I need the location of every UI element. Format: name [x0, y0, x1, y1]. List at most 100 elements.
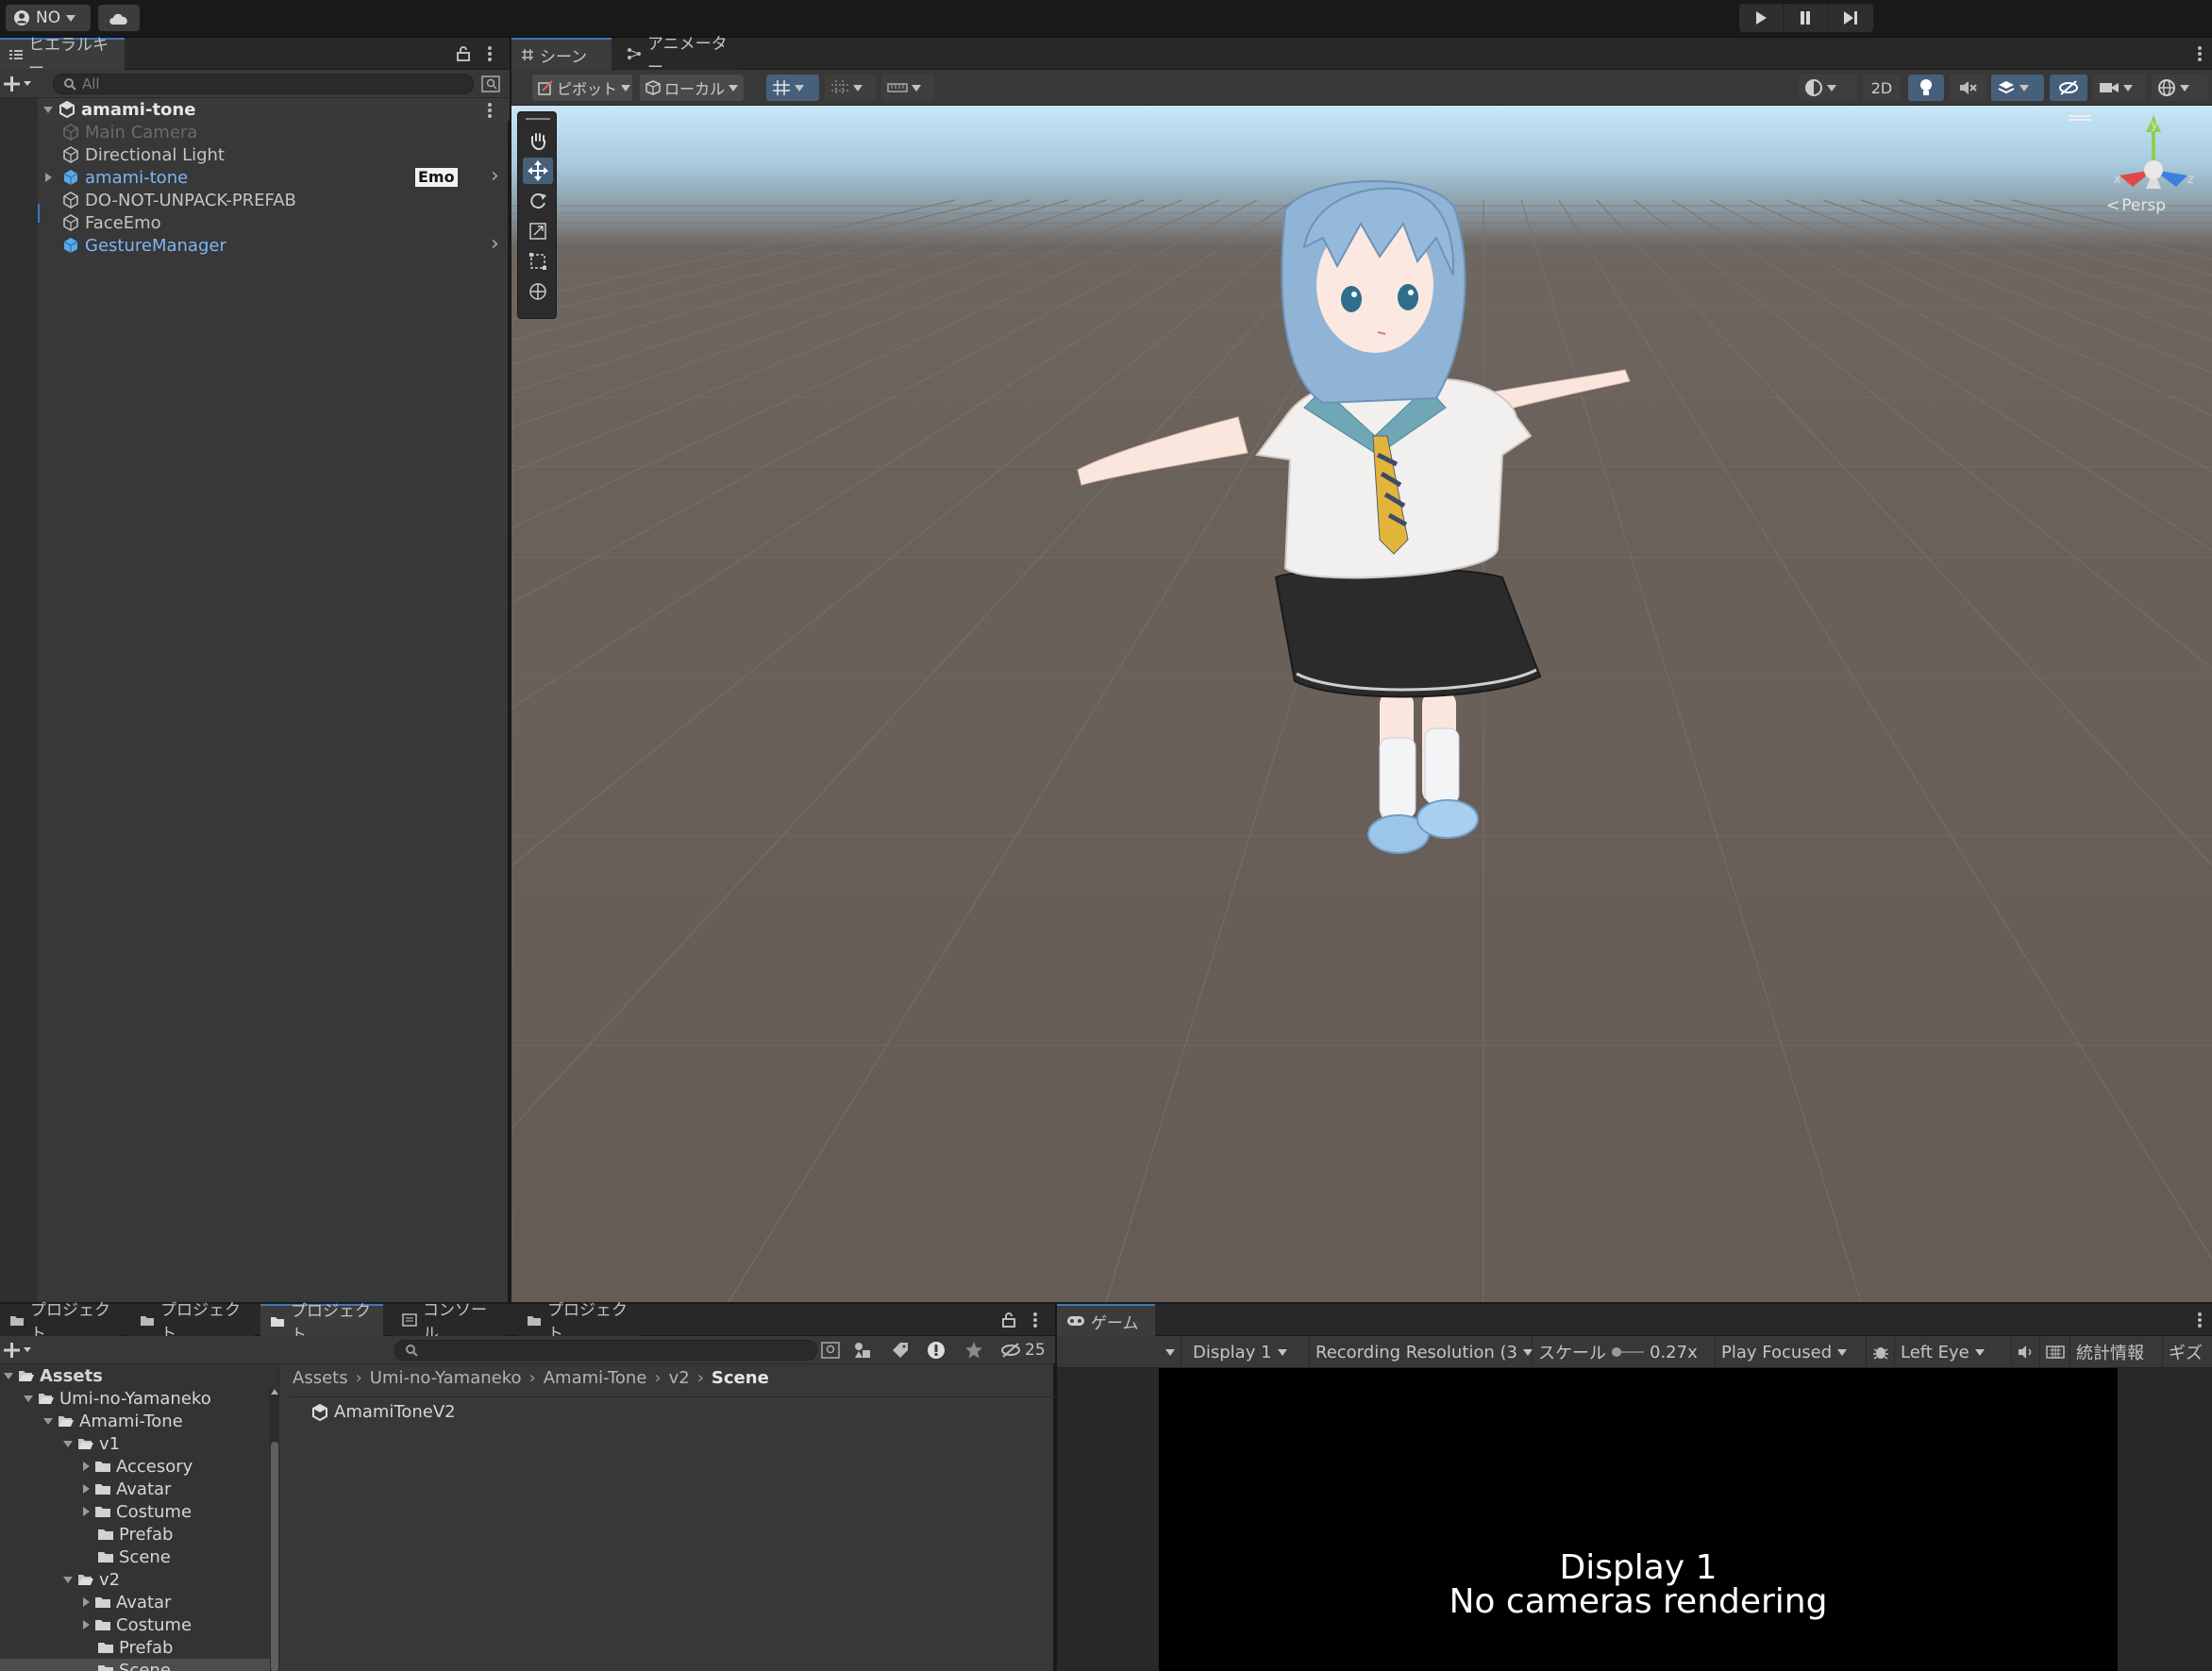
tab-project-1[interactable]: プロジェクト	[0, 1301, 123, 1344]
overlay-menu-handle[interactable]	[2069, 115, 2091, 121]
kebab-menu-icon[interactable]	[2197, 1312, 2203, 1328]
hierarchy-item[interactable]: FaceEmo	[62, 211, 161, 234]
collapse-arrow-icon[interactable]	[43, 1417, 53, 1425]
collapse-arrow-icon[interactable]	[4, 1372, 13, 1379]
projection-toggle[interactable]: < Persp	[2106, 196, 2166, 215]
keyboard-shortcuts-toggle[interactable]	[2040, 1336, 2070, 1368]
kebab-menu-icon[interactable]	[1032, 1312, 1038, 1328]
account-dropdown[interactable]: NO	[6, 5, 91, 31]
file-item[interactable]: AmamiToneV2	[311, 1402, 456, 1422]
prefab-open-chevron-icon[interactable]: ›	[491, 232, 499, 256]
collapse-arrow-icon[interactable]	[24, 1395, 33, 1402]
breadcrumb-item[interactable]: Umi-no-Yamaneko	[370, 1368, 522, 1388]
gizmos-dropdown[interactable]	[2152, 75, 2208, 101]
hidden-packages-toggle[interactable]: 25	[1000, 1340, 1046, 1361]
play-focus-dropdown[interactable]: Play Focused	[1716, 1336, 1867, 1368]
scroll-up-icon[interactable]	[271, 1389, 278, 1395]
tree-folder-item[interactable]: v1	[63, 1432, 120, 1455]
pivot-dropdown[interactable]: ピボット	[532, 75, 632, 101]
camera-dropdown[interactable]	[2093, 75, 2146, 101]
hierarchy-item[interactable]: DO-NOT-UNPACK-PREFAB	[62, 189, 296, 211]
hierarchy-scene-root[interactable]: amami-tone	[43, 98, 195, 121]
scene-menu-icon[interactable]	[487, 102, 493, 119]
scrollbar-thumb[interactable]	[271, 1442, 278, 1671]
game-view-dropdown[interactable]	[1057, 1336, 1181, 1368]
expand-arrow-icon[interactable]	[83, 1507, 90, 1516]
collapse-arrow-icon[interactable]	[63, 1576, 73, 1583]
tree-folder-item[interactable]: Avatar	[83, 1478, 171, 1500]
mute-audio-toggle[interactable]	[2012, 1336, 2040, 1368]
pause-button[interactable]	[1784, 4, 1828, 32]
effects-dropdown[interactable]	[1991, 75, 2044, 101]
expand-arrow-icon[interactable]	[43, 106, 53, 113]
prefab-open-chevron-icon[interactable]: ›	[491, 164, 499, 188]
scale-tool-button[interactable]	[523, 218, 553, 244]
expand-arrow-icon[interactable]	[45, 173, 52, 182]
cloud-button[interactable]	[98, 5, 140, 31]
scale-slider[interactable]: スケール 0.27x	[1533, 1336, 1716, 1368]
tree-folder-item[interactable]: Assets	[4, 1364, 103, 1387]
2d-toggle[interactable]: 2D	[1863, 75, 1901, 101]
tree-folder-item[interactable]: Amami-Tone	[43, 1410, 183, 1432]
tree-folder-item[interactable]: v2	[63, 1568, 120, 1591]
scene-visibility-toggle[interactable]	[2050, 75, 2087, 101]
hierarchy-item[interactable]: Main Camera	[62, 121, 197, 143]
eye-dropdown[interactable]: Left Eye	[1895, 1336, 2012, 1368]
expand-arrow-icon[interactable]	[83, 1484, 90, 1494]
draw-mode-dropdown[interactable]	[1799, 75, 1857, 101]
step-button[interactable]	[1828, 4, 1872, 32]
tab-console[interactable]: コンソール	[393, 1301, 506, 1344]
tab-project-3[interactable]: プロジェクト	[260, 1302, 383, 1345]
tree-folder-item[interactable]: Umi-no-Yamaneko	[24, 1387, 211, 1410]
move-tool-button[interactable]	[523, 158, 553, 184]
breadcrumb-item[interactable]: Amami-Tone	[544, 1368, 647, 1388]
tab-game[interactable]: ゲーム	[1057, 1304, 1155, 1336]
ruler-dropdown[interactable]	[881, 75, 934, 101]
display-dropdown[interactable]: Display 1	[1187, 1336, 1310, 1368]
stats-toggle[interactable]: 統計情報	[2070, 1336, 2163, 1368]
local-dropdown[interactable]: ローカル	[640, 75, 744, 101]
rotate-tool-button[interactable]	[523, 188, 553, 214]
tree-folder-item[interactable]: Accesory	[83, 1455, 193, 1478]
filter-type-icon[interactable]	[853, 1341, 872, 1360]
tree-folder-item[interactable]: Scene	[83, 1659, 171, 1671]
tree-folder-item[interactable]: Avatar	[83, 1591, 171, 1613]
hierarchy-item[interactable]: amami-tone	[45, 166, 188, 189]
favorite-star-icon[interactable]	[964, 1341, 983, 1360]
orientation-gizmo[interactable]: y x z	[2097, 113, 2210, 255]
kebab-menu-icon[interactable]	[2197, 45, 2203, 62]
transform-tool-button[interactable]	[523, 278, 553, 305]
tree-folder-item[interactable]: Costume	[83, 1500, 192, 1523]
resolution-dropdown[interactable]: Recording Resolution (3	[1310, 1336, 1533, 1368]
expand-arrow-icon[interactable]	[83, 1597, 90, 1607]
tab-scene[interactable]: シーン	[511, 38, 612, 70]
project-search-input[interactable]	[394, 1340, 817, 1361]
frame-debugger-button[interactable]	[1867, 1336, 1895, 1368]
tree-folder-item[interactable]: Scene	[83, 1546, 171, 1568]
tab-project-4[interactable]: プロジェクト	[517, 1301, 640, 1344]
tree-folder-item[interactable]: Costume	[83, 1613, 192, 1636]
increment-snap-dropdown[interactable]	[825, 75, 876, 101]
add-icon[interactable]	[4, 1342, 32, 1359]
audio-toggle[interactable]	[1950, 75, 1986, 101]
hierarchy-item[interactable]: GestureManager	[62, 234, 226, 257]
hand-tool-button[interactable]	[523, 127, 553, 154]
grid-snapping-toggle[interactable]	[766, 75, 819, 101]
tree-folder-item[interactable]: Prefab	[83, 1636, 173, 1659]
scale-track[interactable]	[1612, 1345, 1644, 1359]
tree-scrollbar[interactable]	[270, 1389, 279, 1671]
tab-project-2[interactable]: プロジェクト	[130, 1301, 253, 1344]
lock-icon[interactable]	[457, 46, 470, 61]
add-icon[interactable]	[4, 75, 32, 92]
label-tag-icon[interactable]	[891, 1341, 910, 1360]
search-scope-icon[interactable]	[821, 1342, 840, 1359]
overlay-drag-handle[interactable]	[526, 118, 550, 122]
breadcrumb-item[interactable]: v2	[669, 1368, 690, 1388]
scene-search-icon[interactable]	[481, 75, 500, 92]
tab-hierarchy[interactable]: ヒエラルキー	[0, 36, 125, 78]
lighting-toggle[interactable]	[1908, 75, 1944, 101]
rect-tool-button[interactable]	[523, 248, 553, 275]
expand-arrow-icon[interactable]	[83, 1620, 90, 1629]
breadcrumb-item[interactable]: Assets	[293, 1368, 348, 1388]
scale-thumb[interactable]	[1612, 1347, 1621, 1357]
